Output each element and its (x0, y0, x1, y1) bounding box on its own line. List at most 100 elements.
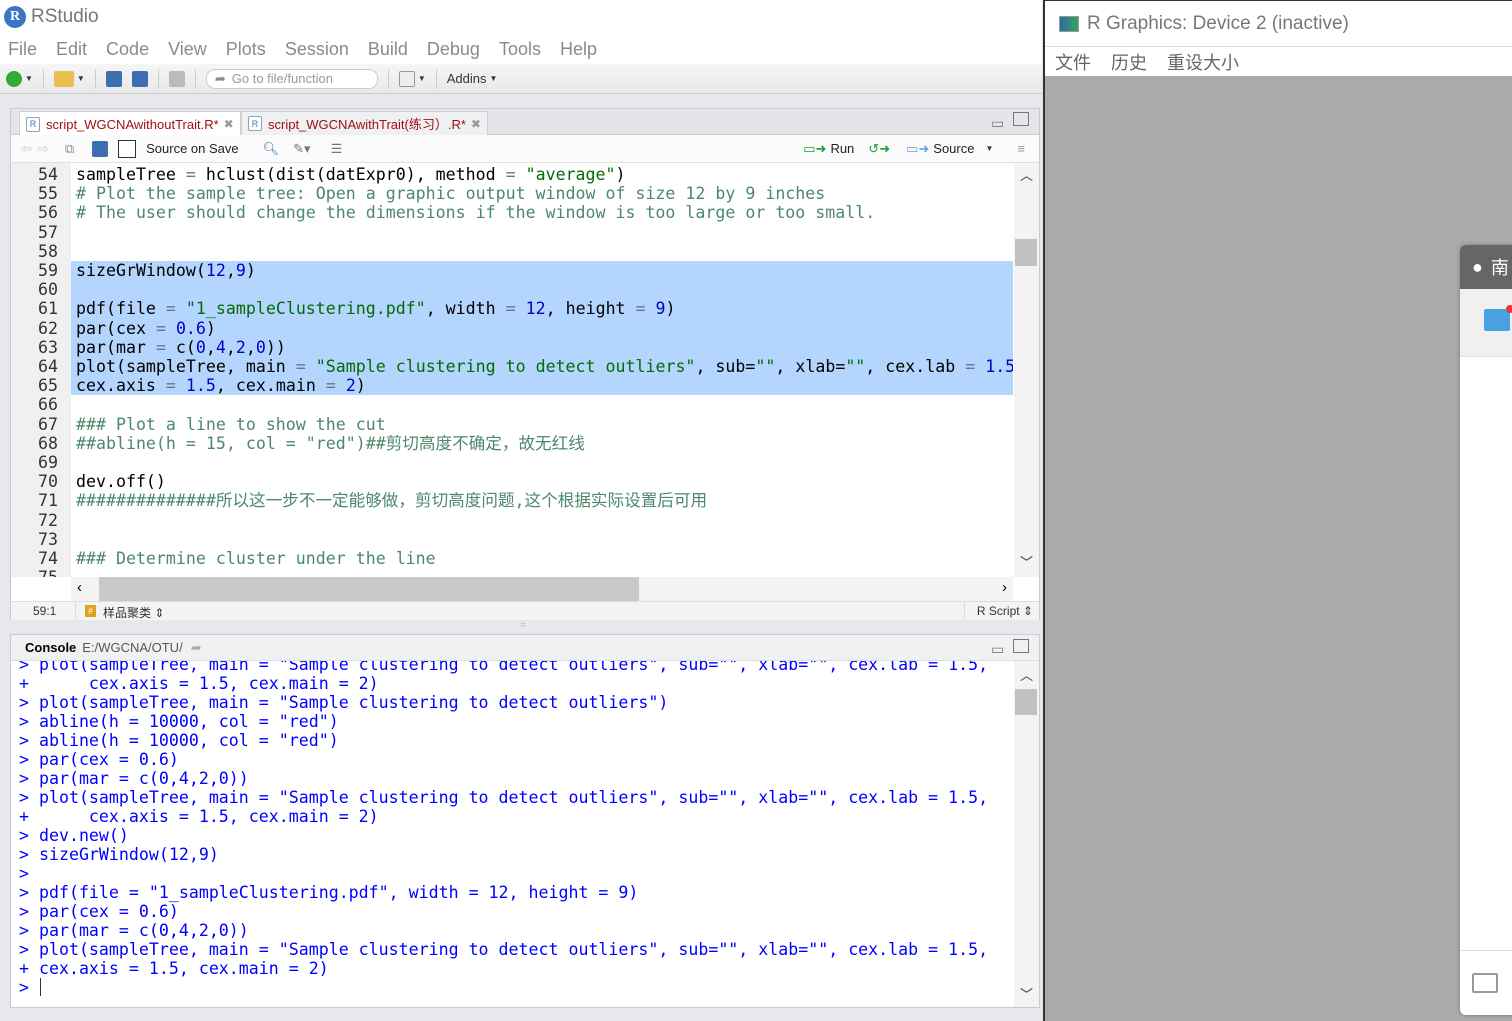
open-file-button[interactable]: ▼ (53, 70, 85, 87)
section-navigator[interactable]: 样品聚类 ⇕ (103, 604, 164, 621)
minimize-pane-icon[interactable]: ▭ (991, 115, 1004, 132)
code-line[interactable]: 75 (11, 568, 1013, 577)
tab-script-with-trait[interactable]: Rscript_WGCNAwithTrait(练习）.R* ✖ (241, 111, 488, 135)
file-type-selector[interactable]: R Script ⇕ (977, 604, 1033, 618)
maximize-pane-icon[interactable] (1013, 639, 1029, 653)
code-line[interactable]: 64 plot(sampleTree, main = "Sample cluste… (11, 357, 1013, 377)
number-token: 4 (215, 337, 226, 357)
code-editor[interactable]: 54 sampleTree = hclust(dist(datExpr0), me… (11, 163, 1013, 577)
code-line[interactable]: 56 # The user should change the dimension… (11, 203, 1013, 222)
menu-file[interactable]: 文件 (1055, 49, 1091, 75)
go-to-file-input[interactable]: ➦ Go to file/function (205, 68, 378, 89)
outline-icon[interactable]: ≡ (1017, 141, 1025, 156)
menu-history[interactable]: 历史 (1111, 49, 1147, 75)
source-tabs: Rscript_WGCNAwithoutTrait.R* ✖ Rscript_WG… (11, 109, 1039, 136)
operator-token: = (965, 357, 976, 376)
menu-code[interactable]: Code (106, 39, 149, 60)
code-line[interactable]: 57 (11, 223, 1013, 242)
code-line[interactable]: 72 (11, 511, 1013, 530)
rerun-button[interactable]: ↺➜ (868, 141, 890, 157)
print-button[interactable] (168, 70, 185, 87)
editor-horizontal-scroll-thumb[interactable] (99, 577, 639, 601)
save-all-button[interactable] (131, 70, 148, 87)
console-line: > plot(sampleTree, main = "Sample cluste… (19, 661, 989, 674)
screenshot-share-icon[interactable] (1484, 309, 1510, 331)
menu-plots[interactable]: Plots (226, 39, 266, 60)
code-line[interactable]: 73 (11, 530, 1013, 549)
qq-header[interactable]: ● 南 (1460, 245, 1512, 289)
menu-view[interactable]: View (168, 39, 207, 60)
code-line[interactable]: 59 sizeGrWindow(12,9) (11, 261, 1013, 281)
source-on-save-checkbox[interactable] (118, 139, 137, 158)
close-icon[interactable]: ✖ (224, 117, 234, 131)
menu-tools[interactable]: Tools (499, 39, 541, 60)
new-file-button[interactable]: ▼ (6, 70, 33, 87)
code-line[interactable]: 65 cex.axis = 1.5, cex.main = 2) (11, 376, 1013, 396)
code-line[interactable]: 70 dev.off() (11, 472, 1013, 491)
console-line: > par(mar = c(0,4,2,0)) (19, 769, 249, 788)
code-line[interactable]: 61 pdf(file = "1_sampleClustering.pdf", w… (11, 299, 1013, 319)
console-vertical-scrollbar[interactable]: ︿ ﹀ (1014, 661, 1039, 1007)
code-token: hclust(dist(datExpr0), method (195, 165, 506, 184)
code-line[interactable]: 74 ### Determine cluster under the line (11, 549, 1013, 568)
editor-vertical-scrollbar[interactable]: ︿ ﹀ (1014, 163, 1039, 577)
maximize-pane-icon[interactable] (1013, 112, 1029, 126)
source-button[interactable]: ▭➜ Source (906, 141, 974, 157)
menu-edit[interactable]: Edit (56, 39, 87, 60)
save-button[interactable] (105, 70, 122, 87)
code-line[interactable]: 58 (11, 242, 1013, 261)
code-line[interactable]: 67 ### Plot a line to show the cut (11, 415, 1013, 434)
code-line[interactable]: 62 par(cex = 0.6) (11, 318, 1013, 338)
menu-resize[interactable]: 重设大小 (1167, 49, 1239, 75)
console-scroll-thumb[interactable] (1015, 689, 1037, 715)
addins-button[interactable]: Addins ▼ (447, 71, 498, 86)
code-token: ) (615, 165, 626, 184)
layout-button[interactable]: ▼ (398, 70, 426, 87)
run-button[interactable]: ▭➜ Run (803, 141, 854, 157)
line-number: 70 (38, 472, 58, 492)
menu-help[interactable]: Help (560, 39, 597, 60)
show-in-window-icon[interactable]: ⧉ (65, 141, 74, 157)
code-line[interactable]: 69 (11, 453, 1013, 472)
r-graphics-window: R Graphics: Device 2 (inactive) 文件 历史 重设… (1043, 0, 1512, 1021)
code-line[interactable]: 68 ##abline(h = 15, col = "red")##剪切高度不确定… (11, 434, 1013, 453)
menu-session[interactable]: Session (285, 39, 349, 60)
editor-vertical-scroll-thumb[interactable] (1015, 239, 1037, 266)
menu-file[interactable]: File (8, 39, 37, 60)
code-line[interactable]: 60 (11, 280, 1013, 300)
rstudio-logo-icon: R (4, 6, 26, 28)
operator-token: = (505, 165, 516, 184)
menu-build[interactable]: Build (368, 39, 408, 60)
code-line[interactable]: 54 sampleTree = hclust(dist(datExpr0), me… (11, 165, 1013, 184)
minimize-pane-icon[interactable]: ▭ (991, 641, 1004, 658)
folder-icon[interactable] (1472, 973, 1498, 993)
back-icon[interactable]: ⇦ (21, 141, 32, 157)
forward-icon[interactable]: ⇨ (38, 141, 49, 157)
search-icon[interactable]: 🔍︎ (263, 141, 280, 157)
code-line[interactable]: 71 ##############所以这一步不一定能够做，剪切高度问题,这个根据实… (11, 491, 1013, 510)
code-tools-icon[interactable]: ✎▾ (293, 141, 310, 157)
console-line: > dev.new() (19, 826, 129, 845)
go-to-directory-icon[interactable]: ➦ (191, 640, 202, 656)
save-icon[interactable] (92, 140, 109, 157)
close-icon[interactable]: ✖ (471, 117, 481, 131)
code-line[interactable]: 66 (11, 395, 1013, 414)
number-token: 12 (205, 261, 226, 280)
line-number: 63 (11, 337, 71, 357)
line-text: sizeGrWindow(12,9) (76, 261, 256, 280)
cursor-position: 59:1 (33, 604, 57, 618)
pane-splitter[interactable]: = (10, 620, 1040, 634)
compile-report-icon[interactable]: ☰ (331, 141, 343, 157)
menu-debug[interactable]: Debug (427, 39, 480, 60)
line-number: 75 (11, 568, 58, 577)
code-line[interactable]: 55 # Plot the sample tree: Open a graphic… (11, 184, 1013, 203)
line-text: # Plot the sample tree: Open a graphic o… (76, 184, 825, 203)
tab-script-without-trait[interactable]: Rscript_WGCNAwithoutTrait.R* ✖ (19, 111, 241, 136)
code-line[interactable]: 63 par(mar = c(0,4,2,0)) (11, 337, 1013, 357)
console-tab[interactable]: Console (25, 640, 76, 655)
source-dropdown[interactable]: ▼ (985, 144, 993, 153)
console-output[interactable]: > plot(sampleTree, main = "Sample cluste… (11, 661, 1014, 1007)
code-token: , cex.main (215, 376, 326, 396)
line-number: 71 (38, 491, 58, 511)
